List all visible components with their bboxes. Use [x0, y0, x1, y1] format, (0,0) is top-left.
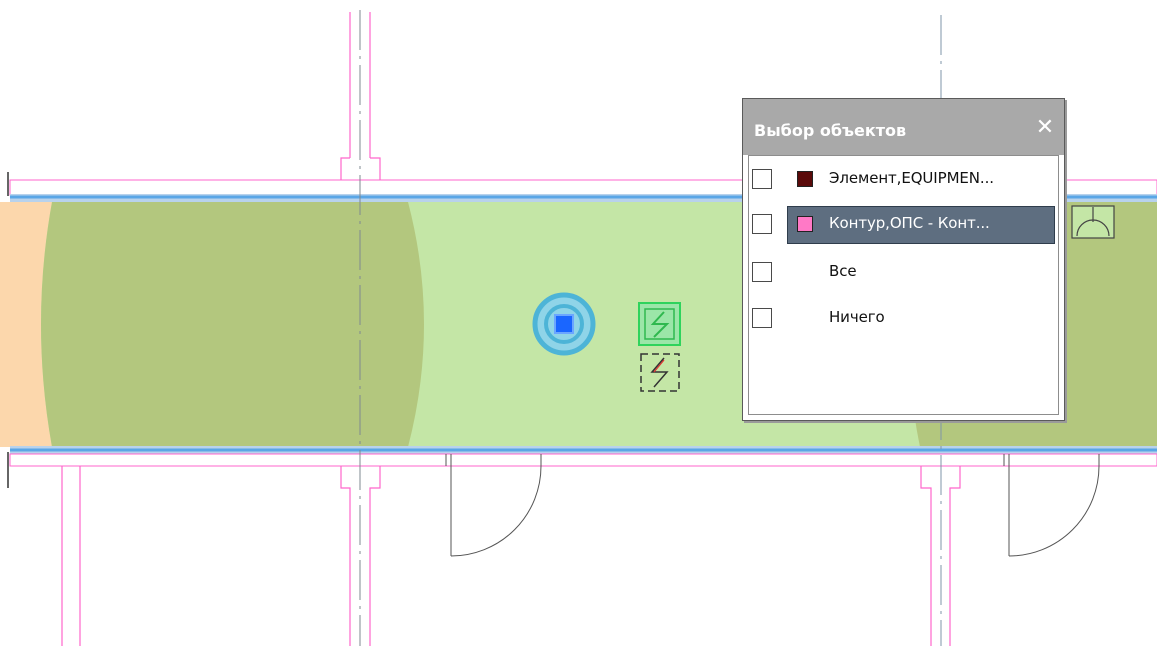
smoke-detector-icon[interactable] — [532, 292, 596, 356]
checkbox[interactable] — [752, 214, 772, 234]
close-icon[interactable]: ✕ — [1032, 113, 1058, 143]
option-item-element[interactable]: Элемент,EQUIPMEN... — [749, 161, 1060, 199]
door-swing-icon — [1003, 454, 1100, 557]
option-item-contour[interactable]: Контур,ОПС - Конт... — [749, 206, 1060, 244]
dialog-titlebar[interactable]: Выбор объектов ✕ — [743, 99, 1064, 155]
bottom-wall — [9, 453, 1157, 467]
fire-alarm-panel-icon[interactable] — [638, 302, 681, 346]
option-label: Контур,ОПС - Конт... — [829, 214, 990, 232]
dialog-title: Выбор объектов — [754, 121, 907, 140]
option-label: Ничего — [829, 308, 885, 326]
sounder-icon[interactable] — [1071, 205, 1115, 239]
option-label: Элемент,EQUIPMEN... — [829, 169, 994, 187]
coverage-zone-left[interactable] — [41, 202, 424, 447]
option-item-none[interactable]: Ничего — [749, 300, 1060, 338]
options-list: Элемент,EQUIPMEN... Контур,ОПС - Конт...… — [748, 155, 1059, 415]
door-swing-icon — [445, 454, 542, 557]
checkbox[interactable] — [752, 262, 772, 282]
object-selection-dialog[interactable]: Выбор объектов ✕ Элемент,EQUIPMEN... Кон… — [742, 98, 1065, 421]
color-swatch — [797, 216, 813, 232]
checkbox[interactable] — [752, 169, 772, 189]
checkbox[interactable] — [752, 308, 772, 328]
color-swatch — [797, 171, 813, 187]
option-item-all[interactable]: Все — [749, 254, 1060, 292]
option-label: Все — [829, 262, 857, 280]
